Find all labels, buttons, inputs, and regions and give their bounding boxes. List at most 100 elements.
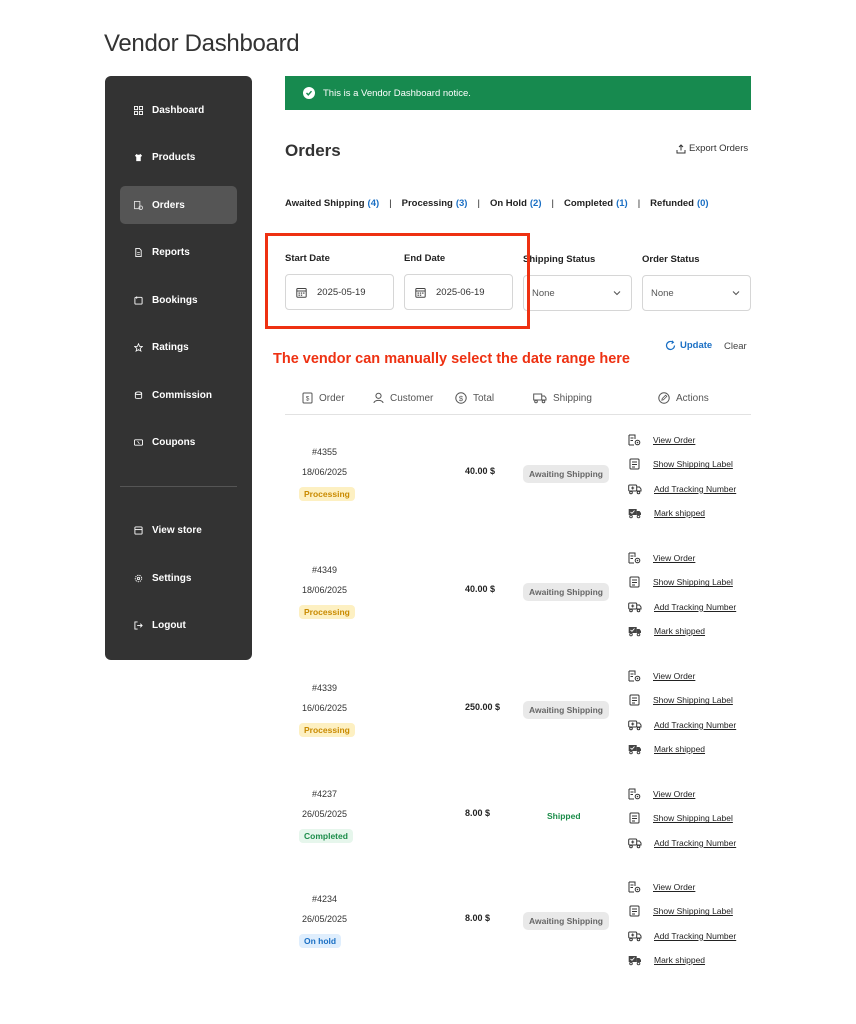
- order-date: 16/06/2025: [302, 703, 348, 713]
- sidebar-item-commission[interactable]: Commission: [120, 376, 237, 414]
- store-icon: [133, 525, 143, 535]
- sidebar-item-label: Ratings: [152, 341, 189, 353]
- shipping-label-icon: [628, 905, 647, 917]
- show-shipping-label-link[interactable]: Show Shipping Label: [628, 576, 733, 588]
- status-filters: Awaited Shipping (4) | Processing (3) | On…: [285, 198, 709, 209]
- column-shipping: Shipping: [533, 389, 592, 407]
- sidebar-item-orders[interactable]: Orders: [120, 186, 237, 224]
- show-shipping-label-link[interactable]: Show Shipping Label: [628, 458, 733, 470]
- sidebar-item-label: Bookings: [152, 294, 198, 306]
- filter-refunded[interactable]: Refunded (0): [650, 198, 708, 209]
- mark-shipped-link[interactable]: Mark shipped: [628, 743, 705, 755]
- ticket-icon: [133, 437, 143, 447]
- add-tracking-number-link[interactable]: Add Tracking Number: [628, 483, 736, 495]
- sidebar-item-label: Products: [152, 151, 196, 163]
- order-id[interactable]: #4349: [312, 565, 337, 575]
- view-order-link[interactable]: View Order: [628, 552, 695, 564]
- order-date: 26/05/2025: [302, 809, 348, 819]
- shipping-status-select[interactable]: None: [523, 275, 632, 311]
- user-icon: [373, 392, 384, 404]
- view-order-icon: [628, 670, 647, 682]
- end-date-value: 2025-06-19: [436, 286, 485, 298]
- show-shipping-label-link[interactable]: Show Shipping Label: [628, 905, 733, 917]
- end-date-label: End Date: [404, 253, 446, 264]
- order-id[interactable]: #4237: [312, 789, 337, 799]
- truck-icon: [533, 393, 547, 404]
- export-orders-label: Export Orders: [689, 143, 749, 154]
- shipping-status-badge: Shipped: [547, 811, 581, 821]
- add-tracking-number-link[interactable]: Add Tracking Number: [628, 930, 736, 942]
- add-tracking-number-link[interactable]: Add Tracking Number: [628, 601, 736, 613]
- mark-shipped-icon: [628, 507, 648, 519]
- filter-processing[interactable]: Processing (3): [402, 198, 468, 209]
- filter-separator: |: [389, 198, 392, 209]
- order-date: 18/06/2025: [302, 467, 348, 477]
- svg-text:$: $: [459, 394, 464, 403]
- order-date: 26/05/2025: [302, 914, 348, 924]
- table-row: #4349 18/06/2025 Processing 40.00 $ Awaiting…: [285, 548, 751, 666]
- update-label: Update: [680, 340, 713, 351]
- check-circle-icon: [303, 87, 315, 99]
- end-date-input[interactable]: 2025-06-19: [404, 274, 513, 310]
- shipping-status-value: None: [532, 287, 555, 299]
- column-actions: Actions: [658, 389, 709, 407]
- status-badge: Completed: [299, 829, 353, 843]
- chevron-down-icon: [613, 291, 621, 296]
- sidebar-item-label: Coupons: [152, 436, 196, 448]
- status-badge: Processing: [299, 605, 355, 619]
- filter-separator: |: [551, 198, 554, 209]
- shipping-status-badge: Awaiting Shipping: [523, 583, 609, 601]
- filter-on-hold[interactable]: On Hold (2): [490, 198, 542, 209]
- start-date-label: Start Date: [285, 253, 330, 264]
- mark-shipped-link[interactable]: Mark shipped: [628, 625, 705, 637]
- clear-button[interactable]: Clear: [724, 341, 747, 352]
- mark-shipped-link[interactable]: Mark shipped: [628, 507, 705, 519]
- filter-completed[interactable]: Completed (1): [564, 198, 628, 209]
- sidebar-item-logout[interactable]: Logout: [120, 606, 237, 644]
- add-tracking-number-link[interactable]: Add Tracking Number: [628, 837, 736, 849]
- table-row: #4234 26/05/2025 On hold 8.00 $ Awaiting Shi…: [285, 877, 751, 995]
- sidebar-item-dashboard[interactable]: Dashboard: [120, 91, 237, 129]
- view-order-link[interactable]: View Order: [628, 434, 695, 446]
- coins-icon: [133, 390, 143, 400]
- view-order-link[interactable]: View Order: [628, 670, 695, 682]
- date-range-annotation: The vendor can manually select the date …: [273, 351, 630, 367]
- update-button[interactable]: Update: [665, 340, 712, 351]
- sidebar-divider: [120, 486, 237, 487]
- order-id[interactable]: #4339: [312, 683, 337, 693]
- show-shipping-label-link[interactable]: Show Shipping Label: [628, 694, 733, 706]
- chevron-down-icon: [732, 291, 740, 296]
- export-orders-button[interactable]: Export Orders: [676, 143, 748, 154]
- view-order-link[interactable]: View Order: [628, 881, 695, 893]
- order-status-select[interactable]: None: [642, 275, 751, 311]
- column-order: $ Order: [302, 389, 345, 407]
- sidebar-item-settings[interactable]: Settings: [120, 559, 237, 597]
- column-customer: Customer: [373, 389, 433, 407]
- show-shipping-label-link[interactable]: Show Shipping Label: [628, 812, 733, 824]
- sidebar-item-reports[interactable]: Reports: [120, 233, 237, 271]
- order-id[interactable]: #4355: [312, 447, 337, 457]
- shipping-label-icon: [628, 576, 647, 588]
- view-order-link[interactable]: View Order: [628, 788, 695, 800]
- tracking-truck-icon: [628, 483, 648, 495]
- grid-icon: [133, 105, 143, 115]
- filter-awaited-shipping[interactable]: Awaited Shipping (4): [285, 198, 379, 209]
- refresh-icon: [665, 340, 676, 351]
- sidebar-item-products[interactable]: Products: [120, 138, 237, 176]
- status-badge: Processing: [299, 723, 355, 737]
- sidebar-item-coupons[interactable]: Coupons: [120, 423, 237, 461]
- table-row: #4339 16/06/2025 Processing 250.00 $ Awaitin…: [285, 666, 751, 784]
- sidebar-item-ratings[interactable]: Ratings: [120, 328, 237, 366]
- add-tracking-number-link[interactable]: Add Tracking Number: [628, 719, 736, 731]
- sidebar-item-view-store[interactable]: View store: [120, 511, 237, 549]
- order-id[interactable]: #4234: [312, 894, 337, 904]
- sidebar-item-label: Logout: [152, 619, 186, 631]
- sidebar-item-bookings[interactable]: Bookings: [120, 281, 237, 319]
- order-total: 250.00 $: [465, 702, 501, 712]
- start-date-input[interactable]: 2025-05-19: [285, 274, 394, 310]
- order-total: 8.00 $: [465, 913, 491, 923]
- mark-shipped-link[interactable]: Mark shipped: [628, 954, 705, 966]
- sidebar-item-label: Commission: [152, 389, 213, 401]
- order-total: 8.00 $: [465, 808, 491, 818]
- view-order-icon: [628, 552, 647, 564]
